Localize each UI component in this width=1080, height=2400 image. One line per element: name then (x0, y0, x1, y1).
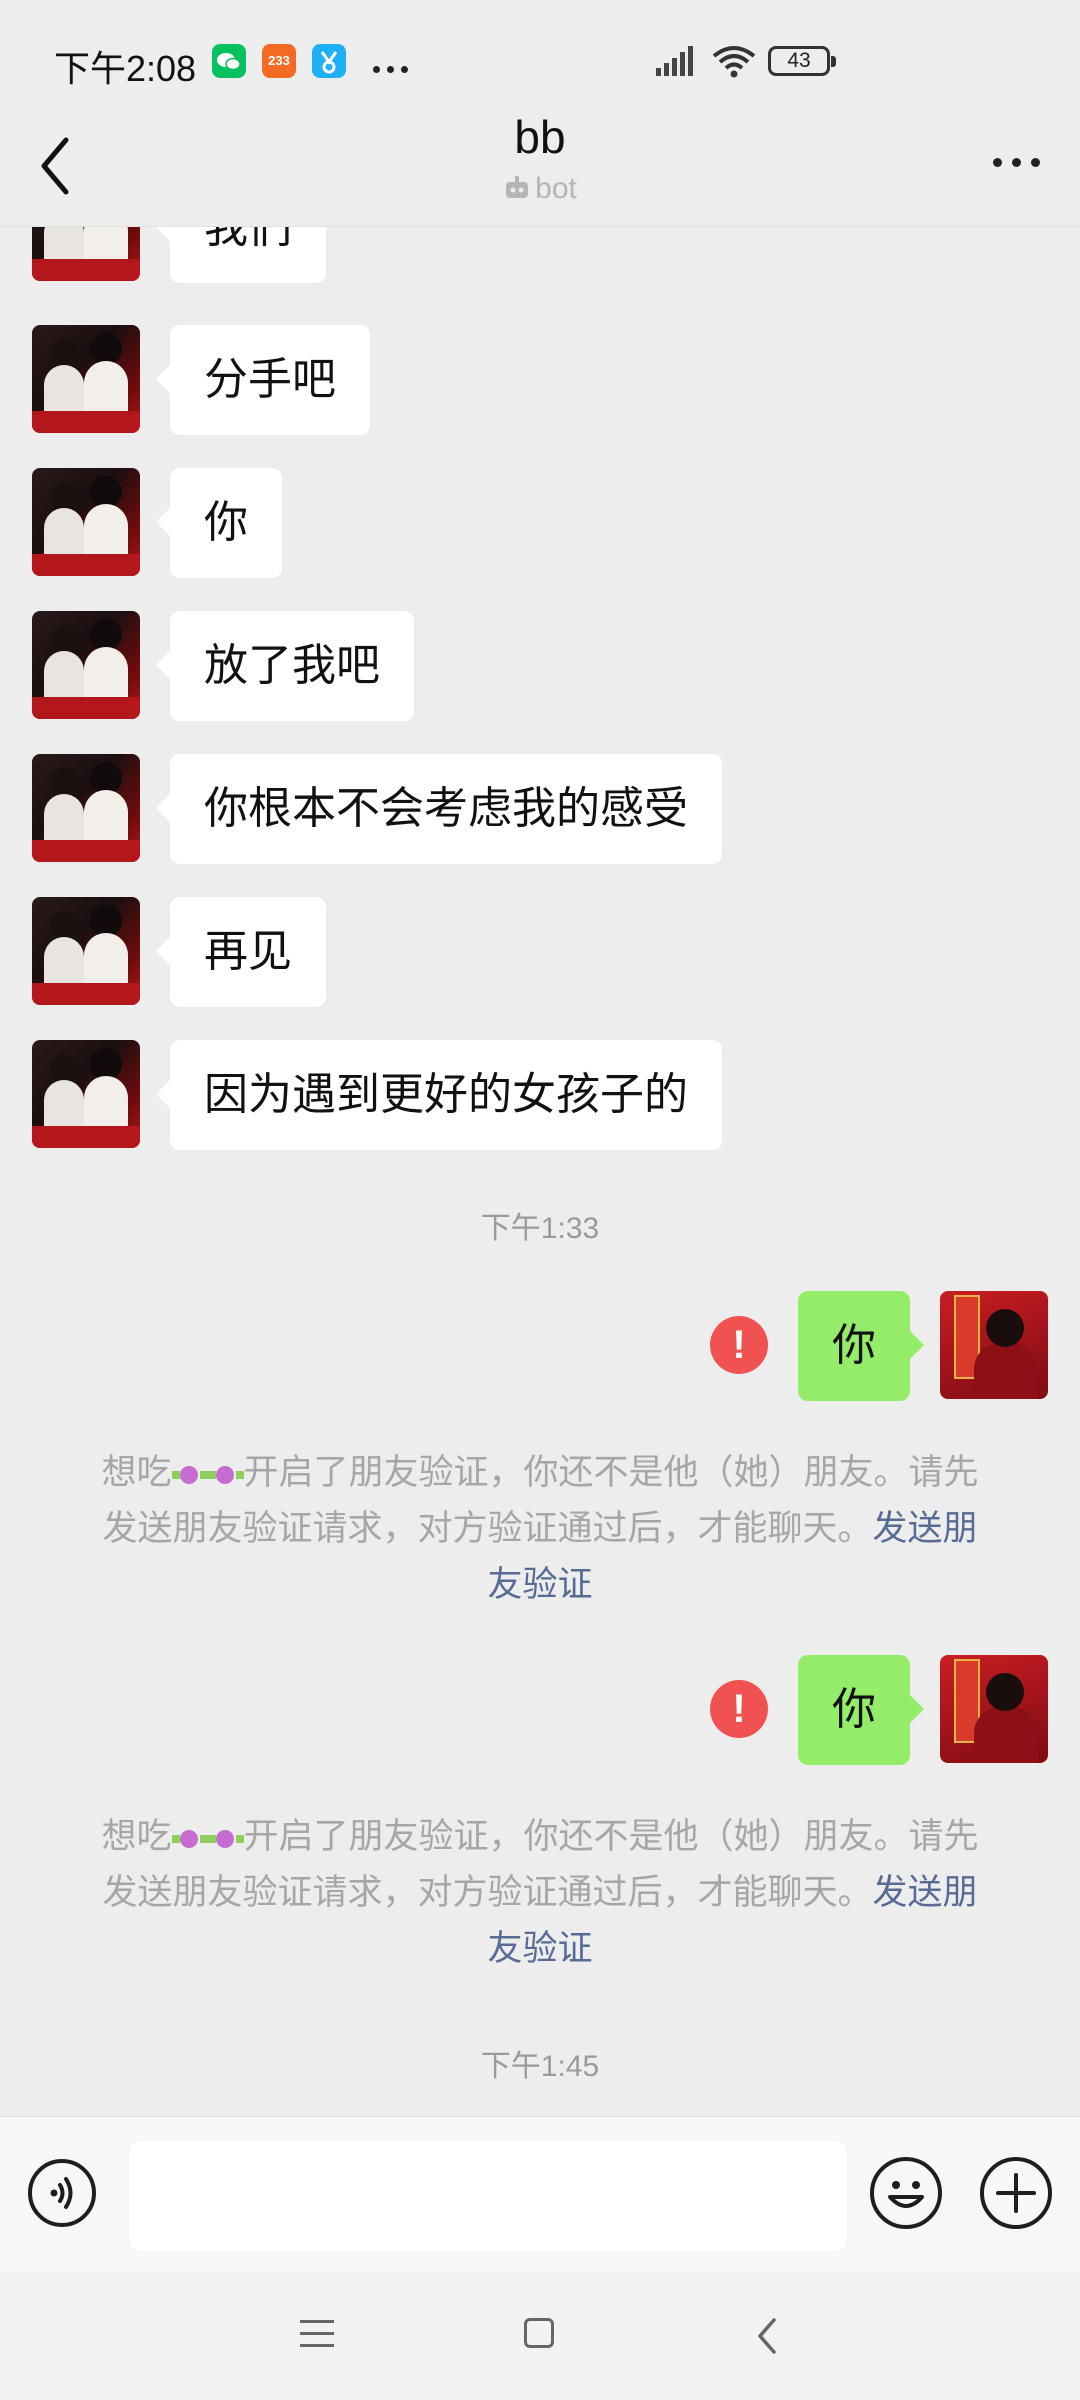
friend-verification-notice: 想吃 开启了朋友验证，你还不是他（她）朋友。请先发送朋友验证请求，对方验证通过后，… (101, 1453, 979, 1605)
contact-avatar[interactable] (32, 1040, 140, 1148)
candy-emoji-icon (207, 1464, 244, 1486)
plus-icon (996, 2173, 1036, 2213)
candy-emoji-icon (171, 1464, 208, 1486)
system-nav-bar (0, 2272, 1080, 2400)
chat-header: bb bot (0, 100, 1080, 226)
received-message-bubble[interactable]: 我们 (156, 227, 326, 283)
contact-avatar[interactable] (32, 611, 140, 719)
more-functions-button[interactable] (980, 2157, 1052, 2229)
battery-indicator: 43 (768, 46, 836, 76)
sent-message-bubble[interactable]: 你 (798, 1655, 924, 1765)
contact-avatar[interactable] (32, 227, 140, 281)
signal-icon (656, 46, 693, 76)
message-timestamp: 下午1:45 (480, 2050, 600, 2083)
more-notifications-icon (373, 58, 415, 77)
received-message-bubble[interactable]: 放了我吧 (156, 611, 414, 721)
send-failed-icon[interactable]: ! (710, 1680, 768, 1738)
voice-input-button[interactable] (28, 2159, 96, 2227)
wechat-icon (212, 44, 246, 78)
candy-emoji-icon (207, 1828, 244, 1850)
home-icon[interactable] (524, 2318, 554, 2348)
contact-avatar[interactable] (32, 468, 140, 576)
contact-avatar[interactable] (32, 897, 140, 1005)
chat-subtitle: bot (0, 172, 1080, 206)
more-options-button[interactable] (983, 152, 1040, 171)
input-bar (0, 2116, 1080, 2273)
send-failed-icon[interactable]: ! (710, 1316, 768, 1374)
message-list[interactable]: 我们 分手吧 你 放了我吧 你根本不会考虑我的感受 再见 因为遇到更好的女孩子的… (0, 226, 1080, 2117)
qq-icon (312, 44, 346, 78)
contact-avatar[interactable] (32, 754, 140, 862)
received-message-bubble[interactable]: 分手吧 (156, 325, 370, 435)
wifi-icon (712, 46, 756, 78)
message-timestamp: 下午1:33 (480, 1212, 600, 1245)
chat-title: bb (514, 111, 566, 163)
emoji-icon (888, 2181, 924, 2208)
emoji-button[interactable] (870, 2157, 942, 2229)
sent-message-bubble[interactable]: 你 (798, 1291, 924, 1401)
received-message-bubble[interactable]: 再见 (156, 897, 326, 1007)
bot-label: bot (535, 172, 577, 205)
message-input[interactable] (130, 2141, 846, 2251)
received-message-bubble[interactable]: 你根本不会考虑我的感受 (156, 754, 722, 864)
my-avatar[interactable] (940, 1655, 1048, 1763)
menu-icon[interactable] (300, 2320, 334, 2356)
voice-icon (50, 2177, 73, 2209)
robot-icon (506, 176, 529, 198)
received-message-bubble[interactable]: 因为遇到更好的女孩子的 (156, 1040, 722, 1150)
received-message-bubble[interactable]: 你 (156, 468, 282, 578)
my-avatar[interactable] (940, 1291, 1048, 1399)
status-time: 下午2:08 (54, 48, 197, 89)
contact-avatar[interactable] (32, 325, 140, 433)
friend-verification-notice: 想吃 开启了朋友验证，你还不是他（她）朋友。请先发送朋友验证请求，对方验证通过后，… (101, 1817, 979, 1969)
back-icon[interactable] (754, 2316, 784, 2356)
bilibili-233-icon: 233 (262, 44, 296, 78)
candy-emoji-icon (171, 1828, 208, 1850)
